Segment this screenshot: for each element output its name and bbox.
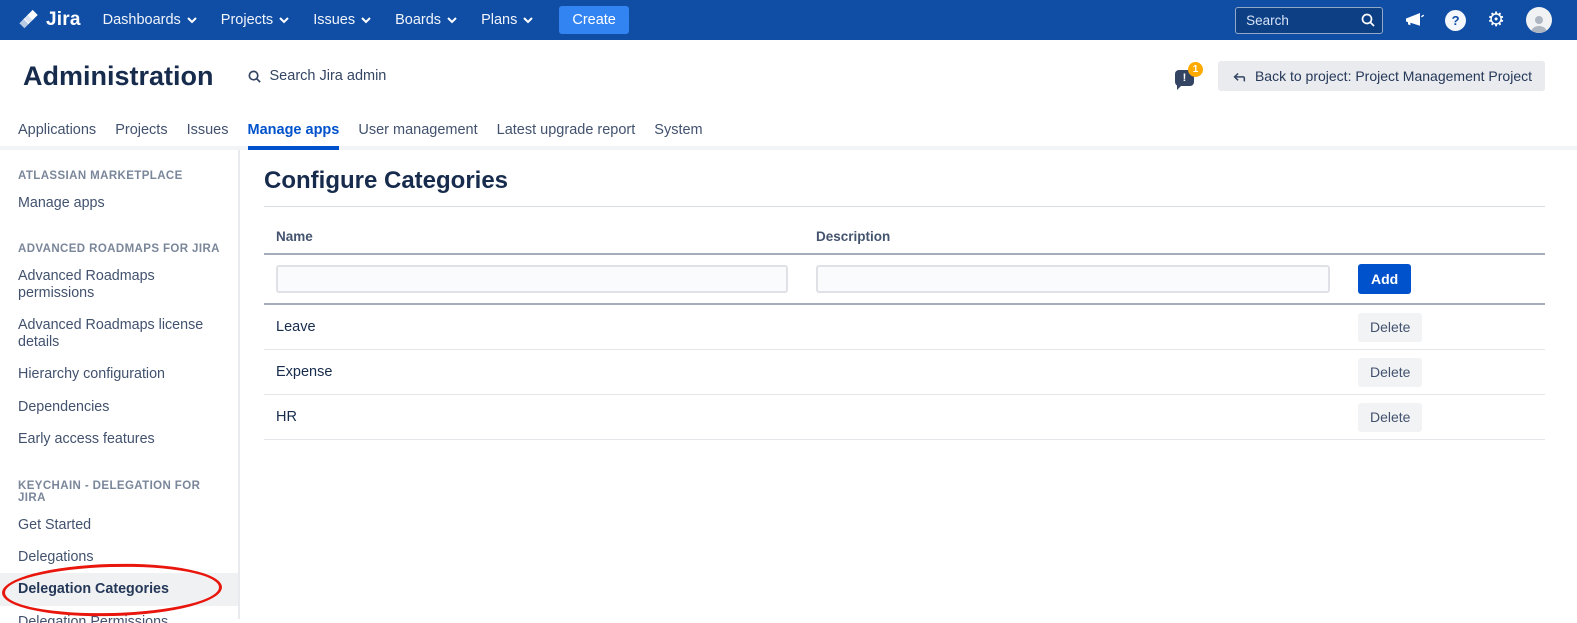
chevron-down-icon bbox=[523, 17, 533, 24]
back-to-project-button[interactable]: Back to project: Project Management Proj… bbox=[1218, 61, 1545, 91]
sidebar-item-hierarchy-configuration[interactable]: Hierarchy configuration bbox=[0, 358, 238, 390]
person-icon bbox=[1529, 14, 1549, 33]
heading-divider bbox=[264, 206, 1545, 207]
section-title: ATLASSIAN MARKETPLACE bbox=[0, 160, 238, 187]
search-icon bbox=[247, 69, 262, 84]
notifications-icon[interactable]: ! 1 bbox=[1175, 62, 1203, 90]
main-nav: Dashboards Projects Issues Boards Plans bbox=[103, 12, 534, 28]
back-to-project-label: Back to project: Project Management Proj… bbox=[1255, 68, 1532, 84]
jira-logo-text: Jira bbox=[46, 9, 81, 31]
admin-header-right: ! 1 Back to project: Project Management … bbox=[1175, 61, 1545, 91]
main-content: Configure Categories Name Description Ad… bbox=[240, 150, 1577, 619]
column-header-name: Name bbox=[264, 229, 804, 244]
sidebar-item-label: Delegation Categories bbox=[18, 581, 169, 597]
sidebar-item-manage-apps[interactable]: Manage apps bbox=[0, 187, 238, 219]
sidebar-item-ar-permissions[interactable]: Advanced Roadmaps permissions bbox=[0, 260, 238, 309]
nav-boards[interactable]: Boards bbox=[395, 12, 457, 28]
sidebar-item-dependencies[interactable]: Dependencies bbox=[0, 391, 238, 423]
nav-plans[interactable]: Plans bbox=[481, 12, 533, 28]
nav-issues[interactable]: Issues bbox=[313, 12, 371, 28]
sidebar-item-delegation-permissions[interactable]: Delegation Permissions bbox=[0, 606, 238, 623]
notification-badge: 1 bbox=[1188, 62, 1203, 77]
return-arrow-icon bbox=[1231, 69, 1247, 83]
tab-issues[interactable]: Issues bbox=[187, 112, 229, 146]
navbar-search bbox=[1235, 7, 1383, 34]
add-button[interactable]: Add bbox=[1358, 264, 1411, 294]
table-row: Leave Delete bbox=[264, 305, 1545, 350]
tab-system[interactable]: System bbox=[654, 112, 702, 146]
sidebar-item-early-access-features[interactable]: Early access features bbox=[0, 423, 238, 455]
gear-icon[interactable]: ⚙ bbox=[1487, 10, 1505, 30]
category-name: HR bbox=[264, 409, 804, 425]
tab-user-management[interactable]: User management bbox=[358, 112, 477, 146]
jira-logo[interactable]: Jira bbox=[18, 9, 81, 31]
admin-search-label: Search Jira admin bbox=[270, 68, 387, 84]
create-button[interactable]: Create bbox=[559, 6, 629, 34]
new-category-name-input[interactable] bbox=[276, 265, 788, 293]
tab-manage-apps[interactable]: Manage apps bbox=[248, 112, 340, 146]
chevron-down-icon bbox=[361, 17, 371, 24]
table-header-row: Name Description bbox=[264, 219, 1545, 255]
top-navbar: Jira Dashboards Projects Issues Boards P… bbox=[0, 0, 1577, 40]
delete-button[interactable]: Delete bbox=[1358, 403, 1422, 432]
sidebar-item-ar-license-details[interactable]: Advanced Roadmaps license details bbox=[0, 309, 238, 358]
delete-button[interactable]: Delete bbox=[1358, 313, 1422, 342]
admin-sidebar: ATLASSIAN MARKETPLACE Manage apps ADVANC… bbox=[0, 150, 240, 619]
section-heading: Configure Categories bbox=[264, 167, 1545, 195]
tab-latest-upgrade-report[interactable]: Latest upgrade report bbox=[497, 112, 636, 146]
section-title: ADVANCED ROADMAPS FOR JIRA bbox=[0, 233, 238, 260]
section-title: KEYCHAIN - DELEGATION FOR JIRA bbox=[0, 470, 238, 509]
navbar-right: ? ⚙ bbox=[1235, 7, 1552, 34]
sidebar-item-delegation-categories[interactable]: Delegation Categories bbox=[0, 573, 238, 605]
table-row: HR Delete bbox=[264, 395, 1545, 440]
category-name: Expense bbox=[264, 364, 804, 380]
admin-search[interactable]: Search Jira admin bbox=[247, 68, 387, 84]
add-category-row: Add bbox=[264, 255, 1545, 305]
avatar[interactable] bbox=[1526, 7, 1552, 33]
page-title: Administration bbox=[23, 61, 214, 92]
chevron-down-icon bbox=[187, 17, 197, 24]
sidebar-item-get-started[interactable]: Get Started bbox=[0, 509, 238, 541]
chevron-down-icon bbox=[447, 17, 457, 24]
tab-projects[interactable]: Projects bbox=[115, 112, 167, 146]
tab-applications[interactable]: Applications bbox=[18, 112, 96, 146]
content-layout: ATLASSIAN MARKETPLACE Manage apps ADVANC… bbox=[0, 150, 1577, 619]
delete-button[interactable]: Delete bbox=[1358, 358, 1422, 387]
sidebar-section-keychain-delegation: KEYCHAIN - DELEGATION FOR JIRA Get Start… bbox=[0, 470, 238, 623]
table-row: Expense Delete bbox=[264, 350, 1545, 395]
admin-header: Administration Search Jira admin ! 1 Bac… bbox=[0, 40, 1577, 112]
nav-dashboards[interactable]: Dashboards bbox=[103, 12, 197, 28]
categories-table: Name Description Add Leave Dele bbox=[264, 219, 1545, 440]
search-icon[interactable] bbox=[1360, 12, 1376, 28]
help-icon[interactable]: ? bbox=[1445, 10, 1466, 31]
category-name: Leave bbox=[264, 319, 804, 335]
announcements-icon[interactable] bbox=[1404, 11, 1424, 29]
chevron-down-icon bbox=[279, 17, 289, 24]
new-category-description-input[interactable] bbox=[816, 265, 1330, 293]
column-header-description: Description bbox=[804, 229, 1346, 244]
nav-projects[interactable]: Projects bbox=[221, 12, 289, 28]
jira-logo-icon bbox=[18, 9, 40, 31]
sidebar-item-delegations[interactable]: Delegations bbox=[0, 541, 238, 573]
sidebar-section-advanced-roadmaps: ADVANCED ROADMAPS FOR JIRA Advanced Road… bbox=[0, 233, 238, 455]
sidebar-section-marketplace: ATLASSIAN MARKETPLACE Manage apps bbox=[0, 160, 238, 219]
admin-tabs: Applications Projects Issues Manage apps… bbox=[0, 112, 1577, 150]
